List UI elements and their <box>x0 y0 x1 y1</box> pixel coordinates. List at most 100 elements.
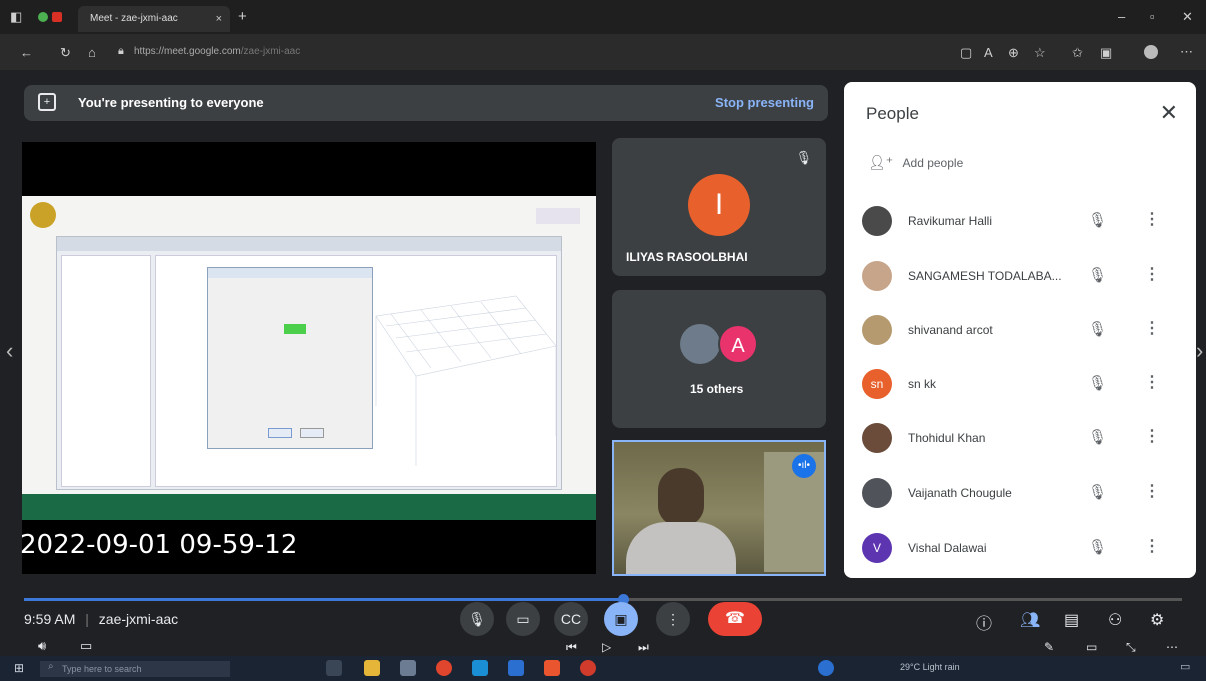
windows-start-icon[interactable]: ⊞ <box>14 661 24 675</box>
extension-icon[interactable]: ▢ <box>960 46 972 59</box>
more-options-icon[interactable]: ⋮ <box>1144 318 1160 338</box>
maximize-button[interactable]: ▫ <box>1150 10 1155 23</box>
back-icon[interactable]: ← <box>20 46 33 59</box>
minimize-button[interactable]: – <box>1118 10 1125 23</box>
list-item[interactable]: Thohidul Khan 🎙︎ ⋮ <box>844 412 1196 466</box>
participant-name: Ravikumar Halli <box>908 214 993 228</box>
file-explorer-icon[interactable] <box>364 660 380 676</box>
list-item[interactable]: Vaijanath Chougule 🎙︎ ⋮ <box>844 467 1196 521</box>
new-tab-button[interactable]: + <box>238 9 247 24</box>
profile-icon[interactable] <box>38 12 48 22</box>
avatar: I <box>688 174 750 236</box>
close-window-button[interactable]: ✕ <box>1182 10 1193 23</box>
more-options-icon[interactable]: ⋮ <box>1144 426 1160 446</box>
collapse-icon[interactable]: ⤡ <box>1126 640 1136 655</box>
more-options-icon[interactable]: ⋮ <box>1144 209 1160 229</box>
muted-mic-icon[interactable]: 🎙︎ <box>1088 266 1107 284</box>
app-icon[interactable] <box>818 660 834 676</box>
url-field[interactable]: https://meet.google.com/zae-jxmi-aac <box>134 42 894 62</box>
stop-presenting-button[interactable]: Stop presenting <box>715 95 814 110</box>
favorite-icon[interactable]: ☆ <box>1034 46 1046 59</box>
more-options-icon[interactable]: ⋮ <box>1144 372 1160 392</box>
profile-avatar[interactable] <box>1144 45 1158 59</box>
muted-mic-icon[interactable]: 🎙︎ <box>1088 374 1107 392</box>
more-icon[interactable]: ⋯ <box>1180 45 1193 58</box>
list-item[interactable]: SANGAMESH TODALABA... 🎙︎ ⋮ <box>844 250 1196 304</box>
screen-icon[interactable]: ▭ <box>1086 640 1097 654</box>
list-item[interactable]: Ravikumar Halli 🎙︎ ⋮ <box>844 195 1196 249</box>
task-view-icon[interactable] <box>326 660 342 676</box>
more-options-icon[interactable]: ⋮ <box>1144 481 1160 501</box>
captions-button[interactable]: CC <box>554 602 588 636</box>
search-icon: ⌕ <box>48 661 54 672</box>
dialog-ok-button <box>268 428 292 438</box>
more-options-icon[interactable]: ⋮ <box>1144 264 1160 284</box>
caption-icon[interactable]: ▭ <box>80 638 92 654</box>
people-icon[interactable]: 👥︎ <box>1020 610 1040 630</box>
muted-mic-icon[interactable]: 🎙︎ <box>1088 211 1107 229</box>
list-item[interactable]: V Vishal Dalawai 🎙︎ ⋮ <box>844 522 1196 576</box>
more-options-icon[interactable]: ⋮ <box>1144 536 1160 556</box>
host-controls-icon[interactable]: ⚙︎ <box>1150 610 1164 630</box>
others-tile[interactable]: A 15 others <box>612 290 826 428</box>
lock-icon[interactable]: 🔒︎ <box>118 46 124 57</box>
list-item[interactable]: sn sn kk 🎙︎ ⋮ <box>844 358 1196 412</box>
collections-icon[interactable]: ▣ <box>1100 46 1112 59</box>
prev-arrow-icon[interactable]: ‹ <box>6 338 13 364</box>
recording-timestamp: 2022-09-01 09-59-12 <box>20 530 298 560</box>
mic-button[interactable]: 🎙︎ <box>460 602 494 636</box>
browser-tab[interactable]: Meet - zae-jxmi-aac × <box>78 6 230 32</box>
home-icon[interactable]: ⌂ <box>88 46 96 59</box>
volume-icon[interactable]: 🔊︎ <box>38 638 46 654</box>
next-track-icon[interactable]: ⏭︎ <box>638 640 649 655</box>
avatar <box>862 478 892 508</box>
present-button[interactable]: ▣ <box>604 602 638 636</box>
play-icon[interactable]: ▷ <box>602 640 611 654</box>
hang-up-button[interactable]: ☎︎ <box>708 602 762 636</box>
avatar <box>862 423 892 453</box>
muted-mic-icon[interactable]: 🎙︎ <box>1088 538 1107 556</box>
info-icon[interactable]: ⓘ <box>976 610 992 634</box>
more-icon[interactable]: ⋯ <box>1166 640 1178 654</box>
zoom-icon[interactable]: ⊕ <box>1008 46 1019 59</box>
taskbar-search-input[interactable]: Type here to search <box>40 661 230 677</box>
self-video-tile[interactable]: •ıl• <box>612 440 826 576</box>
pen-icon[interactable]: ✎ <box>1044 640 1054 654</box>
software-toolbar <box>57 237 561 251</box>
activities-icon[interactable]: ⚇ <box>1108 610 1122 630</box>
weather-widget[interactable]: 29°C Light rain <box>900 662 960 672</box>
muted-mic-icon: 🎙︎ <box>795 150 812 165</box>
store-icon[interactable] <box>400 660 416 676</box>
list-item[interactable]: shivanand arcot 🎙︎ ⋮ <box>844 304 1196 358</box>
chrome-icon[interactable] <box>436 660 452 676</box>
more-options-button[interactable]: ⋮ <box>656 602 690 636</box>
next-arrow-icon[interactable]: › <box>1196 338 1203 364</box>
panel-title: People <box>866 104 919 123</box>
favorites-icon[interactable]: ✩ <box>1072 46 1083 59</box>
office-icon[interactable] <box>544 660 560 676</box>
others-count: 15 others <box>690 382 744 396</box>
refresh-icon[interactable]: ↻ <box>60 46 71 59</box>
muted-mic-icon[interactable]: 🎙︎ <box>1088 428 1107 446</box>
avatar <box>862 261 892 291</box>
camera-button[interactable]: ▭ <box>506 602 540 636</box>
speaking-indicator-icon: •ıl• <box>792 454 816 478</box>
muted-mic-icon[interactable]: 🎙︎ <box>1088 320 1107 338</box>
browser-tab-bar: ◧ Meet - zae-jxmi-aac × + – ▫ ✕ <box>0 0 1206 34</box>
tab-close-icon[interactable]: × <box>216 6 222 32</box>
video-progress-track[interactable] <box>624 598 1182 601</box>
muted-mic-icon[interactable]: 🎙︎ <box>1088 483 1107 501</box>
app-icon[interactable] <box>508 660 524 676</box>
chat-icon[interactable]: ▤ <box>1064 610 1079 630</box>
app-icon[interactable] <box>580 660 596 676</box>
close-panel-button[interactable]: ✕ <box>1160 100 1178 126</box>
participant-tile-iliyas[interactable]: 🎙︎ I ILIYAS RASOOLBHAI <box>612 138 826 276</box>
add-people-button[interactable]: 👤︎⁺ Add people <box>868 154 963 171</box>
read-aloud-icon[interactable]: A <box>984 46 993 59</box>
notification-icon[interactable]: ▭ <box>1180 660 1190 673</box>
participant-name: Thohidul Khan <box>908 431 986 445</box>
edge-icon[interactable] <box>472 660 488 676</box>
browser-menu-icon[interactable]: ◧ <box>10 10 22 23</box>
prev-track-icon[interactable]: ⏮︎ <box>566 640 577 655</box>
video-progress-bar[interactable] <box>24 598 624 601</box>
